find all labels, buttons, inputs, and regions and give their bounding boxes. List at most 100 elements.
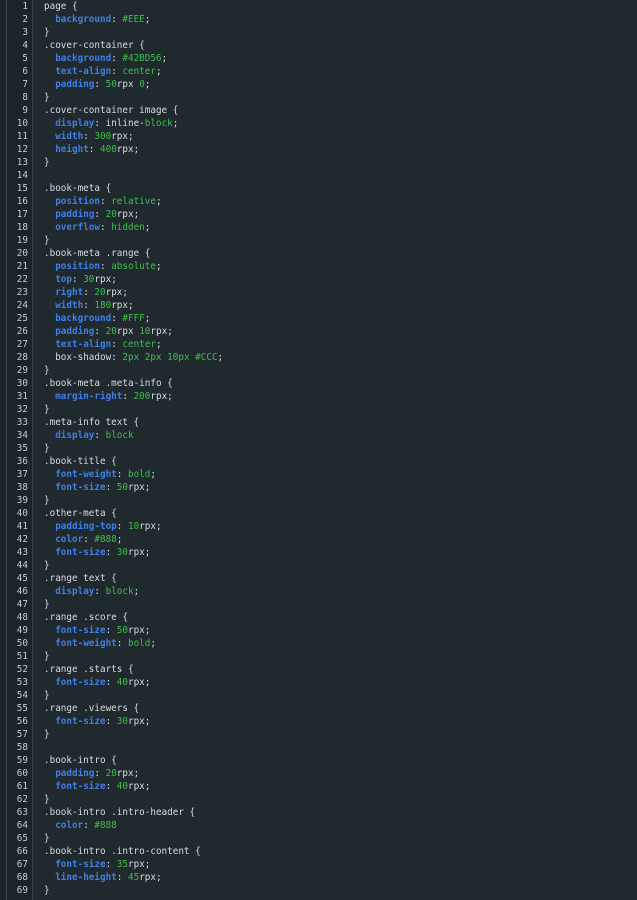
code-line[interactable]: 40 .other-meta { [0,507,637,520]
code-line[interactable]: 14 [0,169,637,182]
code-line[interactable]: 29} [0,364,637,377]
code-editor[interactable]: 1 page {2 background: #EEE; 3} 4 .cover-cont… [0,0,637,900]
code-line[interactable]: 63 .book-intro .intro-header { [0,806,637,819]
code-line[interactable]: 5 background: #42BD56; [0,52,637,65]
code-line[interactable]: 13} [0,156,637,169]
code-line[interactable]: 39} [0,494,637,507]
code-line[interactable]: 11 width: 300rpx; [0,130,637,143]
code-line[interactable]: 58 [0,741,637,754]
code-line[interactable]: 20 .book-meta .range { [0,247,637,260]
code-line[interactable]: 53 font-size: 40rpx; [0,676,637,689]
code-line[interactable]: 34 display: block [0,429,637,442]
code-line[interactable]: 22 top: 30rpx; [0,273,637,286]
code-token-unit: rpx [150,391,168,402]
code-text: .book-intro .intro-content { [44,845,201,858]
code-line[interactable]: 65} [0,832,637,845]
code-line[interactable]: 15 .book-meta { [0,182,637,195]
code-token-num: 2px 2px 10px #CCC [122,352,218,363]
code-lines[interactable]: 1 page {2 background: #EEE; 3} 4 .cover-cont… [0,0,637,897]
line-number: 62 [16,794,28,805]
code-line[interactable]: 7 padding: 50rpx 0; [0,78,637,91]
code-line[interactable]: 49 font-size: 50rpx; [0,624,637,637]
code-line[interactable]: 2 background: #EEE; [0,13,637,26]
code-line[interactable]: 32} [0,403,637,416]
code-line[interactable]: 62} [0,793,637,806]
code-line[interactable]: 56 font-size: 30rpx; [0,715,637,728]
code-text: padding: 20rpx; [44,208,139,221]
code-line[interactable]: 59 .book-intro { [0,754,637,767]
code-line[interactable]: 36 .book-title { [0,455,637,468]
code-line[interactable]: 37 font-weight: bold; [0,468,637,481]
code-text: background: #FFF; [44,312,150,325]
line-number: 66 [16,846,28,857]
code-token-ind [44,430,55,441]
code-token-sel: } [44,404,50,415]
code-line[interactable]: 38 font-size: 50rpx; [0,481,637,494]
code-line[interactable]: 44} [0,559,637,572]
line-number: 44 [16,560,28,571]
code-line[interactable]: 45 .range text { [0,572,637,585]
code-line[interactable]: 23 right: 20rpx; [0,286,637,299]
code-token-prop: text-align [55,66,112,77]
code-line[interactable]: 46 display: block; [0,585,637,598]
code-token-val: #888 [94,820,117,831]
code-line[interactable]: 3} [0,26,637,39]
code-line[interactable]: 35} [0,442,637,455]
code-line[interactable]: 8} [0,91,637,104]
code-line[interactable]: 26 padding: 20rpx 10rpx; [0,325,637,338]
code-line[interactable]: 43 font-size: 30rpx; [0,546,637,559]
code-token-punc: ; [155,196,162,207]
code-token-unit: rpx [116,209,134,220]
code-line[interactable]: 28 box-shadow: 2px 2px 10px #CCC; [0,351,637,364]
line-number: 45 [16,573,28,584]
code-line[interactable]: 61 font-size: 40rpx; [0,780,637,793]
line-number: 24 [16,300,28,311]
code-line[interactable]: 60 padding: 20rpx; [0,767,637,780]
code-line[interactable]: 16 position: relative; [0,195,637,208]
code-token-prop: font-weight [55,638,117,649]
code-token-ind [44,677,55,688]
line-number: 32 [16,404,28,415]
code-token-unit: rpx [116,768,134,779]
code-line[interactable]: 55 .range .viewers { [0,702,637,715]
code-line[interactable]: 48 .range .score { [0,611,637,624]
code-line[interactable]: 17 padding: 20rpx; [0,208,637,221]
code-token-sel: } [44,365,50,376]
code-line[interactable]: 57} [0,728,637,741]
code-text: overflow: hidden; [44,221,150,234]
code-line[interactable]: 27 text-align: center; [0,338,637,351]
code-line[interactable]: 9 .cover-container image { [0,104,637,117]
code-line[interactable]: 64 color: #888 [0,819,637,832]
code-line[interactable]: 33 .meta-info text { [0,416,637,429]
code-line[interactable]: 31 margin-right: 200rpx; [0,390,637,403]
code-line[interactable]: 4 .cover-container { [0,39,637,52]
code-token-punc: ; [144,716,151,727]
code-line[interactable]: 52 .range .starts { [0,663,637,676]
code-token-punc: : [116,521,128,532]
code-line[interactable]: 50 font-weight: bold; [0,637,637,650]
code-line[interactable]: 25 background: #FFF; [0,312,637,325]
code-token-punc: ; [144,547,151,558]
code-line[interactable]: 12 height: 400rpx; [0,143,637,156]
code-line[interactable]: 30 .book-meta .meta-info { [0,377,637,390]
code-line[interactable]: 21 position: absolute; [0,260,637,273]
code-line[interactable]: 19} [0,234,637,247]
code-line[interactable]: 24 width: 180rpx; [0,299,637,312]
code-text: .range .viewers { [44,702,139,715]
line-number: 61 [16,781,28,792]
code-line[interactable]: 6 text-align: center; [0,65,637,78]
code-token-val: absolute [111,261,156,272]
code-line[interactable]: 69} [0,884,637,897]
code-line[interactable]: 10 display: inline-block; [0,117,637,130]
code-token-punc: ; [155,66,162,77]
code-line[interactable]: 67 font-size: 35rpx; [0,858,637,871]
code-line[interactable]: 42 color: #888; [0,533,637,546]
code-line[interactable]: 68 line-height: 45rpx; [0,871,637,884]
code-line[interactable]: 41 padding-top: 10rpx; [0,520,637,533]
code-line[interactable]: 47} [0,598,637,611]
code-line[interactable]: 1 page { [0,0,637,13]
code-line[interactable]: 54} [0,689,637,702]
code-line[interactable]: 66 .book-intro .intro-content { [0,845,637,858]
code-line[interactable]: 18 overflow: hidden; [0,221,637,234]
code-line[interactable]: 51} [0,650,637,663]
